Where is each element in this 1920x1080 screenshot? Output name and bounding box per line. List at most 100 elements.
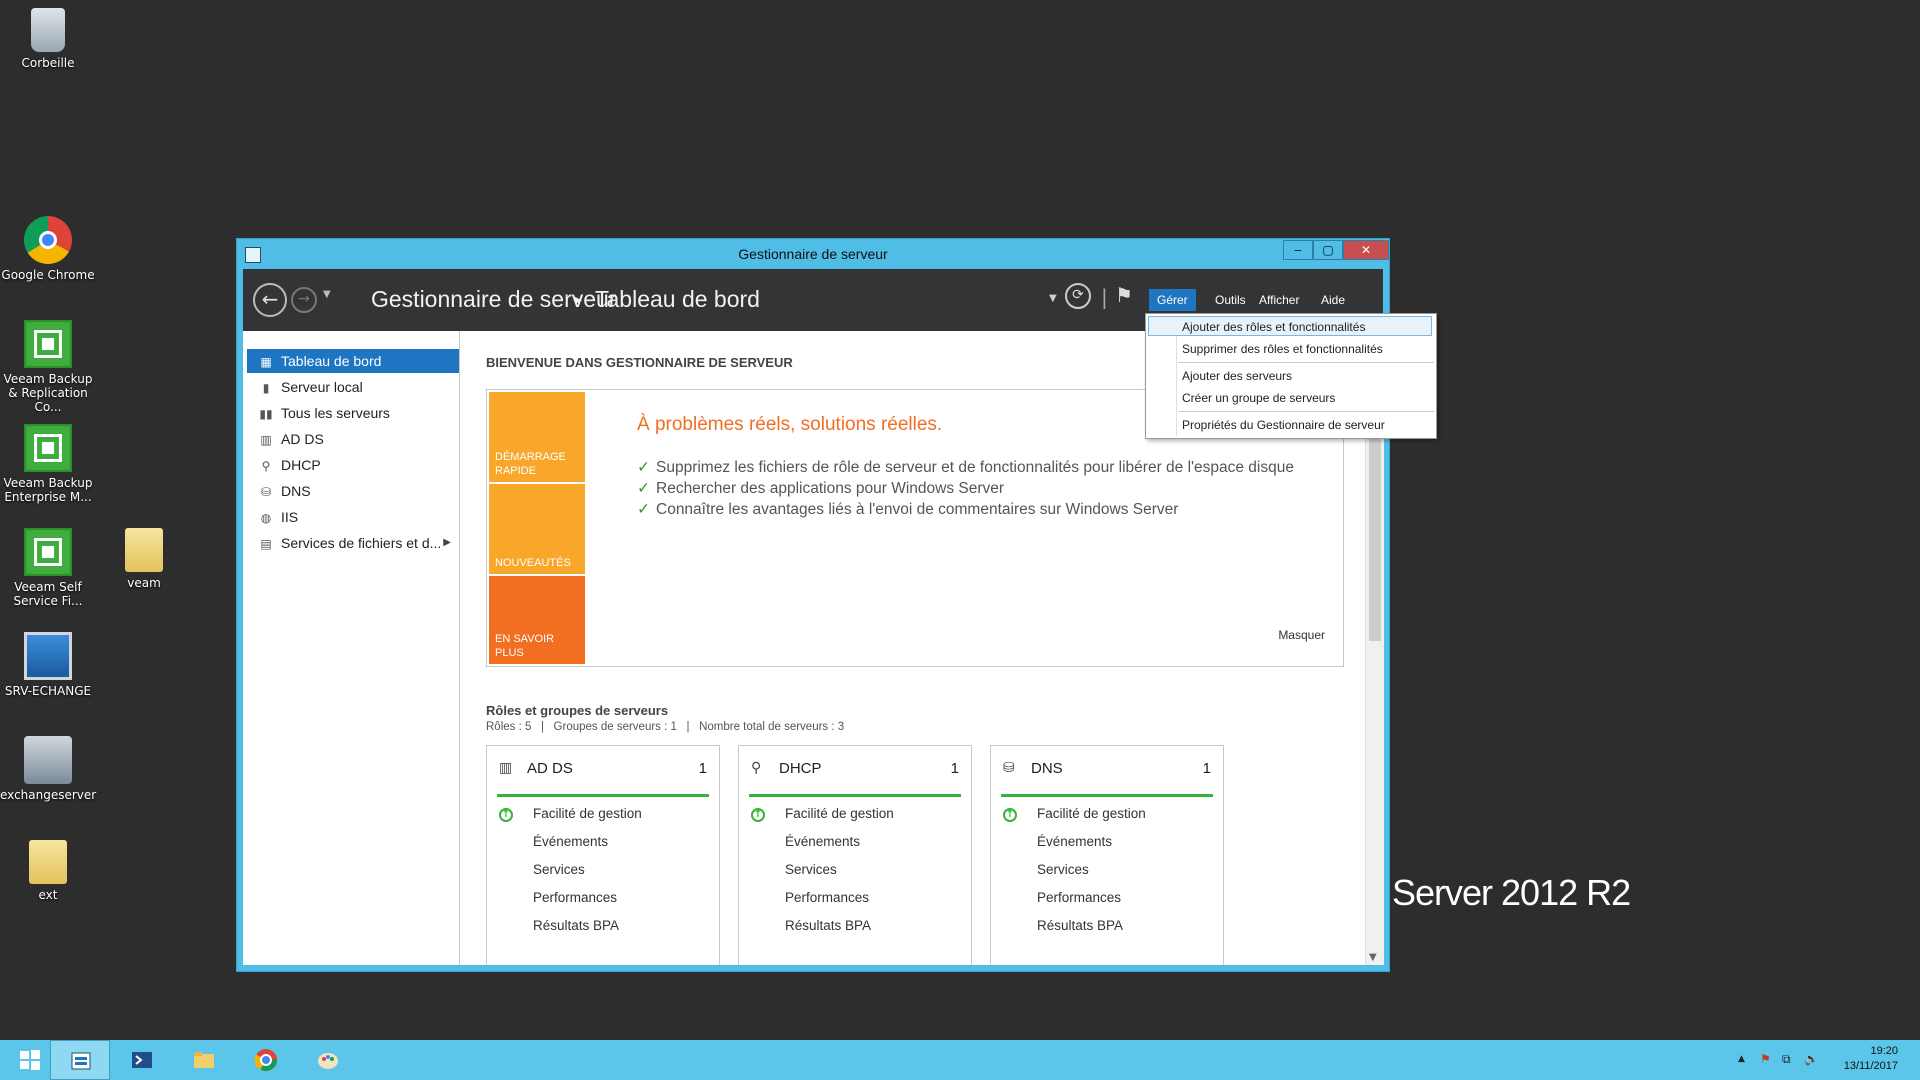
tip-link[interactable]: ✓ Connaître les avantages liés à l'envoi …: [637, 500, 1178, 519]
refresh-dropdown-icon[interactable]: ▼: [1049, 293, 1057, 304]
history-dropdown-icon[interactable]: ▼: [323, 289, 331, 300]
taskbar: ▲ ⚑ ⧉ 🔈 19:20 13/11/2017: [0, 1040, 1920, 1080]
role-card-dns[interactable]: ⛁ DNS 1 ↑ Facilité de gestion Événements…: [990, 745, 1224, 965]
roles-section-title: Rôles et groupes de serveurs: [486, 703, 669, 718]
folder-icon: [194, 1052, 214, 1068]
role-row-bpa[interactable]: Résultats BPA: [1037, 918, 1123, 933]
menu-separator: [1178, 362, 1434, 363]
file-services-icon: ▤: [260, 537, 272, 551]
role-row-services[interactable]: Services: [785, 862, 837, 877]
desktop-icon-folder-ext[interactable]: ext: [0, 840, 96, 902]
clock-date: 13/11/2017: [1843, 1060, 1898, 1072]
sidebar-item-dashboard[interactable]: ▦ Tableau de bord: [247, 349, 459, 373]
role-row-performance[interactable]: Performances: [533, 890, 617, 905]
adds-icon: ▥: [260, 433, 272, 447]
sidebar-item-all-servers[interactable]: ▮▮ Tous les serveurs: [247, 401, 459, 425]
tray-expand-icon[interactable]: ▲: [1738, 1054, 1745, 1064]
tile-quick-start[interactable]: DÉMARRAGE RAPIDE: [489, 392, 585, 482]
taskbar-paint[interactable]: [298, 1040, 358, 1080]
menu-item-remove-roles[interactable]: Supprimer des rôles et fonctionnalités: [1182, 339, 1383, 359]
sidebar-item-adds[interactable]: ▥ AD DS: [247, 427, 459, 451]
taskbar-powershell[interactable]: [112, 1040, 172, 1080]
role-row-performance[interactable]: Performances: [785, 890, 869, 905]
veeam-icon: [24, 320, 72, 368]
tip-link[interactable]: ✓ Supprimez les fichiers de rôle de serve…: [637, 458, 1294, 477]
chrome-icon: [254, 1049, 277, 1071]
menu-item-add-roles[interactable]: Ajouter des rôles et fonctionnalités: [1182, 317, 1365, 337]
role-row-services[interactable]: Services: [533, 862, 585, 877]
menu-separator: [1178, 411, 1434, 412]
flag-icon[interactable]: ⚑: [1115, 283, 1133, 307]
sidebar-item-local-server[interactable]: ▮ Serveur local: [247, 375, 459, 399]
role-row-bpa[interactable]: Résultats BPA: [785, 918, 871, 933]
desktop-icon-veeam-backup[interactable]: Veeam Backup & Replication Co...: [0, 320, 96, 414]
taskbar-chrome[interactable]: [236, 1040, 296, 1080]
desktop-icon-srv-echange[interactable]: SRV-ECHANGE: [0, 632, 96, 698]
minimize-button[interactable]: ‒: [1283, 240, 1313, 260]
tip-link[interactable]: ✓ Rechercher des applications pour Window…: [637, 479, 1004, 498]
server-manager-icon: [71, 1052, 91, 1070]
computer-icon: [24, 632, 72, 680]
desktop-icon-chrome[interactable]: Google Chrome: [0, 216, 96, 282]
sidebar-item-label: DHCP: [281, 457, 321, 473]
sidebar-item-iis[interactable]: ◍ IIS: [247, 505, 459, 529]
forward-arrow-icon[interactable]: →: [291, 287, 317, 313]
status-ok-icon: ↑: [1003, 808, 1017, 822]
menu-tools[interactable]: Outils: [1215, 289, 1246, 311]
hide-link[interactable]: Masquer: [1278, 628, 1325, 642]
taskbar-server-manager[interactable]: [50, 1040, 110, 1080]
scroll-down-icon[interactable]: ▼: [1369, 952, 1377, 963]
close-button[interactable]: ✕: [1343, 240, 1389, 260]
tile-label: DÉMARRAGE RAPIDE: [495, 451, 566, 477]
window-titlebar[interactable]: Gestionnaire de serveur ‒ ▢ ✕: [237, 239, 1389, 269]
role-row-services[interactable]: Services: [1037, 862, 1089, 877]
tile-learn-more[interactable]: EN SAVOIR PLUS: [489, 576, 585, 664]
windows-logo-icon: [20, 1050, 40, 1070]
menu-item-properties[interactable]: Propriétés du Gestionnaire de serveur: [1182, 415, 1385, 435]
role-count: 1: [950, 760, 959, 777]
role-row-manageability[interactable]: Facilité de gestion: [533, 806, 642, 821]
role-row-manageability[interactable]: Facilité de gestion: [1037, 806, 1146, 821]
role-row-manageability[interactable]: Facilité de gestion: [785, 806, 894, 821]
menu-item-add-servers[interactable]: Ajouter des serveurs: [1182, 366, 1292, 386]
role-row-events[interactable]: Événements: [533, 834, 608, 849]
network-icon[interactable]: ⧉: [1782, 1052, 1791, 1067]
sidebar: ▦ Tableau de bord ▮ Serveur local ▮▮ Tous l…: [243, 331, 460, 965]
taskbar-clock[interactable]: 19:20 13/11/2017: [1844, 1044, 1898, 1074]
maximize-button[interactable]: ▢: [1313, 240, 1343, 260]
menu-item-create-server-group[interactable]: Créer un groupe de serveurs: [1182, 388, 1335, 408]
role-name: DNS: [1031, 760, 1063, 777]
role-card-adds[interactable]: ▥ AD DS 1 ↑ Facilité de gestion Événemen…: [486, 745, 720, 965]
refresh-icon[interactable]: ⟳: [1065, 283, 1091, 309]
desktop-icon-folder-veam[interactable]: veam: [96, 528, 192, 590]
menu-view[interactable]: Afficher: [1259, 289, 1299, 311]
role-row-events[interactable]: Événements: [1037, 834, 1112, 849]
dashboard-icon: ▦: [260, 355, 272, 369]
sidebar-item-file-services[interactable]: ▤ Services de fichiers et d... ▶: [247, 531, 459, 555]
folder-icon: [125, 528, 163, 572]
sidebar-item-dns[interactable]: ⛁ DNS: [247, 479, 459, 503]
sidebar-item-label: DNS: [281, 483, 311, 499]
role-row-performance[interactable]: Performances: [1037, 890, 1121, 905]
desktop-icon-veeam-self-service[interactable]: Veeam Self Service Fi...: [0, 528, 96, 608]
menu-manage[interactable]: Gérer: [1149, 289, 1196, 311]
role-card-dhcp[interactable]: ⚲ DHCP 1 ↑ Facilité de gestion Événement…: [738, 745, 972, 965]
role-row-bpa[interactable]: Résultats BPA: [533, 918, 619, 933]
desktop-icon-recycle-bin[interactable]: Corbeille: [0, 8, 96, 70]
role-card-header[interactable]: ▥ AD DS 1: [497, 758, 709, 797]
sidebar-item-dhcp[interactable]: ⚲ DHCP: [247, 453, 459, 477]
check-icon: ✓: [637, 459, 650, 476]
desktop-icon-veeam-enterprise[interactable]: Veeam Backup Enterprise M...: [0, 424, 96, 504]
tile-whats-new[interactable]: NOUVEAUTÉS: [489, 484, 585, 574]
role-card-header[interactable]: ⛁ DNS 1: [1001, 758, 1213, 797]
role-row-events[interactable]: Événements: [785, 834, 860, 849]
volume-muted-icon[interactable]: 🔈: [1804, 1052, 1819, 1066]
back-arrow-icon[interactable]: ←: [253, 283, 287, 317]
role-card-header[interactable]: ⚲ DHCP 1: [749, 758, 961, 797]
sidebar-item-label: Services de fichiers et d...: [281, 535, 442, 551]
menu-help[interactable]: Aide: [1321, 289, 1345, 311]
sidebar-item-label: Tous les serveurs: [281, 405, 390, 421]
action-center-flag-icon[interactable]: ⚑: [1760, 1052, 1771, 1066]
taskbar-file-explorer[interactable]: [174, 1040, 234, 1080]
desktop-icon-exchangeserver[interactable]: exchangeserver: [0, 736, 96, 802]
